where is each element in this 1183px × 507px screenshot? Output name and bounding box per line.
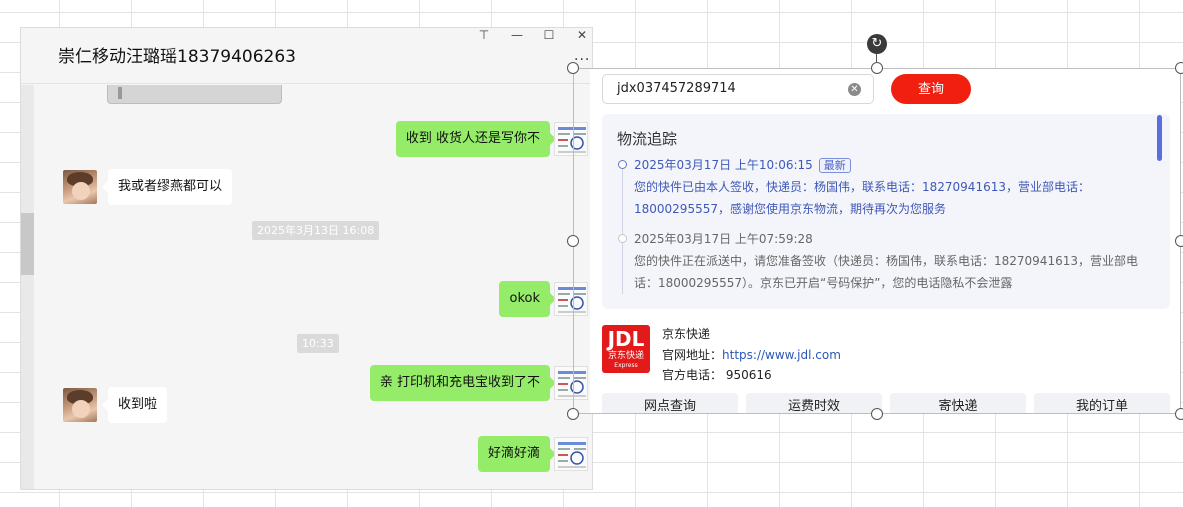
tracking-title: 物流追踪 [617, 130, 678, 148]
message-bubble-sent[interactable]: okok [499, 281, 556, 317]
resize-handle[interactable] [871, 62, 883, 74]
logo-sub-text: 京东快递 [607, 351, 644, 361]
event-time: 2025年03月17日 上午10:06:15 最新 [634, 156, 851, 173]
outlet-query-button[interactable]: 网点查询 [602, 393, 738, 413]
chat-header: 崇仁移动汪璐瑶18379406263 ⊤ — ☐ ✕ ··· [21, 28, 592, 84]
phone-number: 950616 [725, 368, 772, 382]
carrier-phone-row: 官方电话： 950616 [662, 366, 772, 383]
carrier-name: 京东快递 [662, 327, 711, 341]
resize-handle[interactable] [567, 62, 579, 74]
event-time: 2025年03月17日 上午07:59:28 [634, 232, 813, 246]
minimize-icon[interactable]: — [503, 28, 531, 42]
timeline-dot [618, 160, 627, 169]
message-bubble-received[interactable]: 收到啦 [101, 387, 168, 423]
chat-scrollbar[interactable] [21, 85, 34, 489]
resize-handle[interactable] [567, 235, 579, 247]
resize-handle[interactable] [1175, 62, 1183, 74]
resize-handle[interactable] [567, 408, 579, 420]
site-link[interactable]: https://www.jdl.com [722, 348, 841, 362]
tracking-number-input[interactable]: jdx037457289714 [602, 74, 874, 104]
maximize-icon[interactable]: ☐ [535, 28, 563, 42]
message-list: 收到 收货人还是写你不 我或者缪燕都可以 2025年3月13日 16:08 ok… [34, 85, 592, 489]
rotate-handle-icon[interactable]: ↻ [867, 34, 887, 54]
message-bubble-sent[interactable]: 亲 打印机和充电宝收到了不 [369, 365, 557, 401]
logistics-panel: jdx037457289714 ✕ 查询 物流追踪 2025年03月17日 上午… [590, 69, 1180, 413]
timestamp-label: 10:33 [297, 334, 339, 353]
timeline-line [622, 168, 623, 294]
avatar[interactable] [63, 388, 97, 422]
message-bubble-received[interactable]: 我或者缪燕都可以 [101, 169, 233, 205]
chat-window: 崇仁移动汪璐瑶18379406263 ⊤ — ☐ ✕ ··· 收到 收货人还是写… [20, 27, 593, 490]
resize-handle[interactable] [1175, 235, 1183, 247]
resize-handle[interactable] [1175, 408, 1183, 420]
phone-label: 官方电话： [662, 368, 723, 382]
clear-icon[interactable]: ✕ [848, 83, 861, 96]
chat-title: 崇仁移动汪璐瑶18379406263 [58, 47, 296, 67]
tracking-scrollbar[interactable] [1157, 115, 1162, 161]
message-bubble-sent[interactable]: 好滴好滴 [477, 436, 557, 472]
event-time-text: 2025年03月17日 上午10:06:15 [634, 158, 813, 172]
close-icon[interactable]: ✕ [568, 28, 592, 42]
my-orders-button[interactable]: 我的订单 [1034, 393, 1170, 413]
query-button[interactable]: 查询 [891, 74, 971, 104]
logo-main-text: JDL [607, 327, 645, 351]
timeline-dot [618, 234, 627, 243]
send-package-button[interactable]: 寄快递 [890, 393, 1026, 413]
pin-icon[interactable]: ⊤ [470, 28, 498, 42]
event-description: 您的快件已由本人签收，快递员：杨国伟，联系电话：18270941613，营业部电… [634, 180, 1090, 216]
shipping-time-button[interactable]: 运费时效 [746, 393, 882, 413]
tracking-box: 物流追踪 2025年03月17日 上午10:06:15 最新 您的快件已由本人签收… [602, 114, 1170, 309]
chat-scroll-thumb[interactable] [21, 213, 34, 275]
logo-en-text: Express [614, 362, 638, 369]
site-label: 官网地址： [662, 348, 723, 362]
message-bubble-sent[interactable]: 收到 收货人还是写你不 [395, 121, 557, 157]
image-message-thumbnail[interactable] [107, 85, 282, 104]
resize-handle[interactable] [871, 408, 883, 420]
avatar[interactable] [554, 437, 588, 471]
avatar[interactable] [63, 170, 97, 204]
timestamp-label: 2025年3月13日 16:08 [252, 221, 380, 240]
carrier-site-row: 官网地址：https://www.jdl.com [662, 346, 841, 363]
jdl-logo: JDL 京东快递 Express [602, 325, 650, 373]
event-description: 您的快件正在派送中，请您准备签收（快递员：杨国伟，联系电话：1827094161… [634, 254, 1138, 290]
latest-badge: 最新 [818, 158, 851, 173]
